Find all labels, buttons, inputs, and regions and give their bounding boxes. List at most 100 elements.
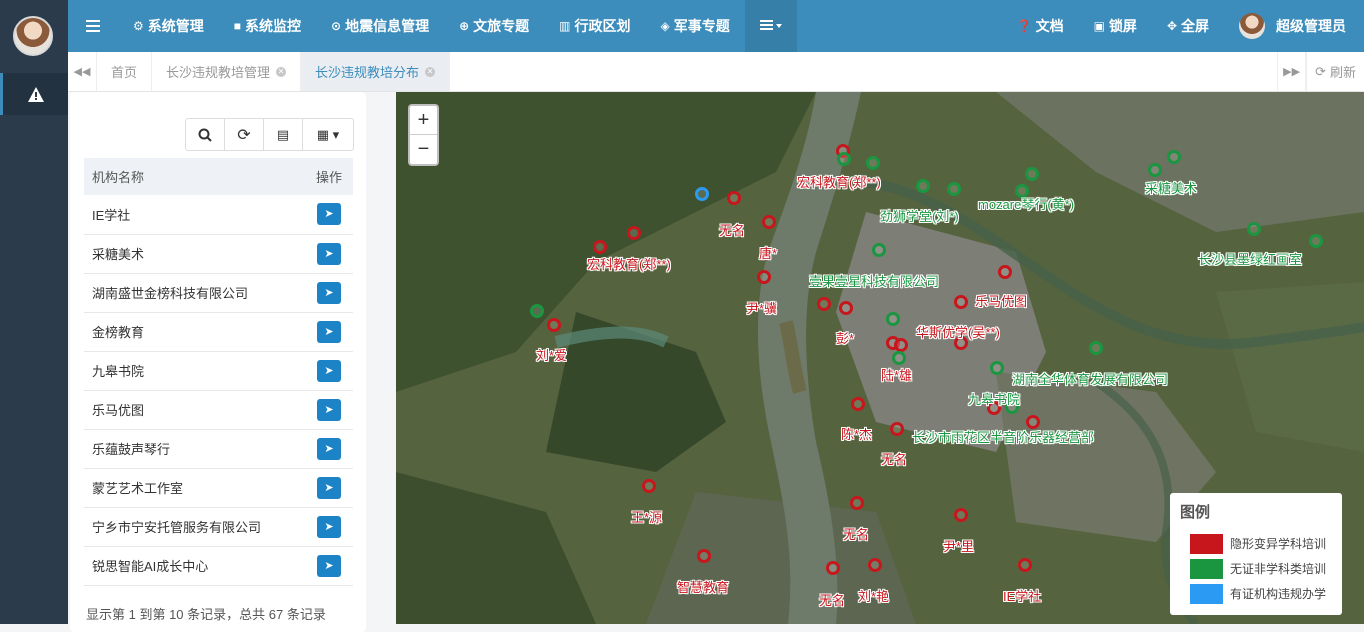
nav-earthquake-info[interactable]: ⊙ 地震信息管理 [316, 0, 444, 52]
map-marker-red[interactable] [868, 558, 882, 572]
list-panel: ⟳ ▤ ▦ ▾ 机构名称 操作 IE学社 ➤ 采糖美术 ➤ 湖南盛世金榜科技有限公司… [68, 92, 368, 632]
tab-scroll-left-icon[interactable]: ◀◀ [68, 52, 97, 91]
map-marker-red[interactable] [851, 397, 865, 411]
map-marker-red[interactable] [762, 215, 776, 229]
map-marker-green[interactable] [1167, 150, 1181, 164]
locate-button[interactable]: ➤ [317, 242, 341, 265]
column-header-action: 操作 [305, 158, 353, 195]
tab-home[interactable]: 首页 [97, 52, 153, 91]
map-marker-green[interactable] [947, 182, 961, 196]
map-marker-red[interactable] [593, 240, 607, 254]
map-marker-red[interactable] [627, 226, 641, 240]
map-marker-red[interactable] [817, 297, 831, 311]
map-marker-green[interactable] [990, 361, 1004, 375]
map-marker-red[interactable] [547, 318, 561, 332]
locate-button[interactable]: ➤ [317, 476, 341, 499]
map-view[interactable]: + − 宏科教育(郑**) 无名 唐* 宏科教育(郑**) 尹*骥 刘*爱 彭*… [396, 92, 1364, 624]
locate-button[interactable]: ➤ [317, 398, 341, 421]
map-label: 无名 [719, 223, 746, 238]
gear-icon: ⚙ [133, 19, 144, 33]
locate-button[interactable]: ➤ [317, 203, 341, 226]
map-marker-red[interactable] [894, 338, 908, 352]
tab-training-manage[interactable]: 长沙违规教培管理 ✕ [152, 52, 302, 91]
close-icon[interactable]: ✕ [276, 66, 287, 77]
map-marker-red[interactable] [890, 422, 904, 436]
map-marker-green[interactable] [1309, 234, 1323, 248]
tab-scroll-right-icon[interactable]: ▶▶ [1277, 52, 1307, 91]
map-marker-green[interactable] [1247, 222, 1261, 236]
locate-button[interactable]: ➤ [317, 437, 341, 460]
table-row: 宁乡市宁安托管服务有限公司 ➤ [84, 507, 353, 547]
map-marker-blue[interactable] [695, 187, 709, 201]
map-marker-red[interactable] [850, 496, 864, 510]
fullscreen-button[interactable]: ✥ 全屏 [1152, 0, 1224, 52]
table-row: 湖南盛世金榜科技有限公司 ➤ [84, 273, 353, 313]
map-label: 尹*骥 [746, 301, 778, 316]
avatar[interactable] [13, 16, 53, 56]
refresh-icon: ⟳ [237, 126, 251, 144]
map-marker-red[interactable] [1018, 558, 1032, 572]
globe-icon: ⊕ [459, 19, 470, 33]
map-label: 刘*艳 [858, 589, 890, 604]
table-row: 金榜教育 ➤ [84, 312, 353, 352]
docs-link[interactable]: ❓ 文档 [1002, 0, 1079, 52]
toggle-view-button[interactable]: ▤ [264, 119, 303, 150]
shield-icon: ◈ [660, 19, 670, 33]
user-menu[interactable]: 超级管理员 [1224, 0, 1364, 52]
map-marker-red[interactable] [998, 265, 1012, 279]
map-marker-red[interactable] [697, 549, 711, 563]
close-icon[interactable]: ✕ [425, 66, 436, 77]
nav-culture-tourism[interactable]: ⊕ 文旅专题 [444, 0, 544, 52]
locate-button[interactable]: ➤ [317, 515, 341, 538]
map-marker-green[interactable] [866, 156, 880, 170]
map-marker-green[interactable] [916, 179, 930, 193]
map-marker-red[interactable] [757, 270, 771, 284]
search-button[interactable] [186, 119, 225, 150]
list-icon: ▤ [276, 126, 290, 142]
tab-training-distribution[interactable]: 长沙违规教培分布 ✕ [301, 52, 451, 91]
map-marker-green[interactable] [872, 243, 886, 257]
list-dropdown-icon [759, 20, 782, 30]
question-icon: ❓ [1016, 19, 1032, 33]
locate-button[interactable]: ➤ [317, 359, 341, 382]
legend-swatch-green [1190, 558, 1223, 579]
map-marker-red[interactable] [839, 301, 853, 315]
map-marker-green[interactable] [1089, 341, 1103, 355]
map-marker-green[interactable] [530, 304, 544, 318]
map-label: 宏科教育(郑**) [587, 257, 671, 272]
map-marker-green[interactable] [1148, 163, 1162, 177]
map-marker-red[interactable] [954, 295, 968, 309]
zoom-out-button[interactable]: − [410, 135, 437, 164]
lock-screen-button[interactable]: ▣ 锁屏 [1079, 0, 1152, 52]
zoom-in-button[interactable]: + [410, 106, 437, 135]
map-marker-red[interactable] [954, 508, 968, 522]
refresh-button[interactable]: ⟳ 刷新 [1306, 52, 1364, 91]
nav-admin-division[interactable]: ▥ 行政区划 [544, 0, 645, 52]
warning-icon[interactable] [0, 73, 68, 115]
table-row: 蒙艺艺术工作室 ➤ [84, 468, 353, 508]
nav-more-dropdown[interactable] [744, 0, 797, 52]
map-marker-green[interactable] [1025, 167, 1039, 181]
map-marker-red[interactable] [727, 191, 741, 205]
map-label: 智慧教育 [677, 580, 730, 595]
locate-button[interactable]: ➤ [317, 320, 341, 343]
nav-system-manage[interactable]: ⚙ 系统管理 [118, 0, 219, 52]
columns-dropdown-button[interactable]: ▦ ▾ [303, 119, 353, 150]
menu-toggle-button[interactable] [68, 0, 118, 52]
refresh-table-button[interactable]: ⟳ [225, 119, 264, 150]
map-marker-green[interactable] [892, 351, 906, 365]
nav-military[interactable]: ◈ 军事专题 [645, 0, 744, 52]
map-marker-red[interactable] [826, 561, 840, 575]
legend-swatch-blue [1190, 583, 1223, 604]
nav-system-monitor[interactable]: ■ 系统监控 [219, 0, 316, 52]
map-marker-green[interactable] [886, 312, 900, 326]
map-marker-green[interactable] [837, 152, 851, 166]
table-row: IE学社 ➤ [84, 195, 353, 235]
map-marker-red[interactable] [642, 479, 656, 493]
list-card: ⟳ ▤ ▦ ▾ 机构名称 操作 IE学社 ➤ 采糖美术 ➤ 湖南盛世金榜科技有限公司… [70, 92, 366, 632]
table-row: 采糖美术 ➤ [84, 234, 353, 274]
table-row: 九皋书院 ➤ [84, 351, 353, 391]
map-label: 九皋书院 [968, 392, 1021, 407]
locate-button[interactable]: ➤ [317, 281, 341, 304]
locate-button[interactable]: ➤ [317, 554, 341, 577]
